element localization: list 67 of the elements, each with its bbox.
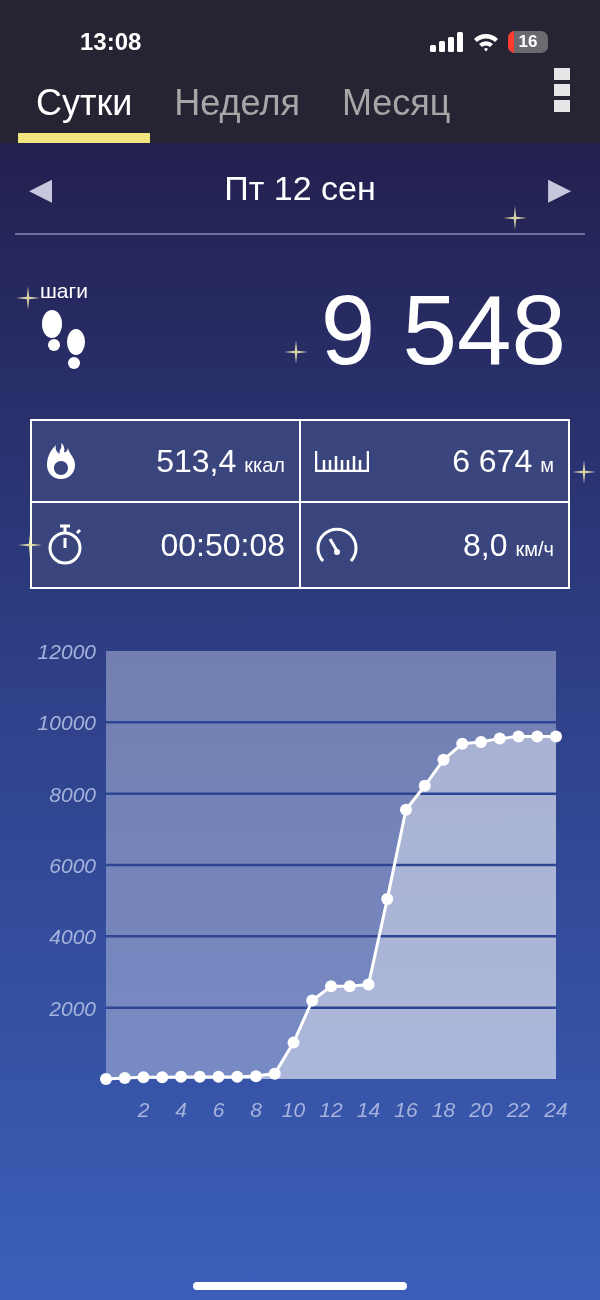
x-tick-label: 10 <box>281 1098 306 1121</box>
data-point <box>250 1070 262 1083</box>
stat-unit: км/ч <box>515 537 554 561</box>
x-tick-label: 12 <box>319 1098 343 1121</box>
stat-unit: ккал <box>244 453 285 477</box>
footprints-icon <box>40 309 88 371</box>
data-point <box>193 1070 206 1083</box>
steps-count: 9 548 <box>320 281 566 379</box>
data-point <box>156 1071 169 1084</box>
x-tick-label: 18 <box>431 1098 456 1121</box>
data-point <box>550 730 562 743</box>
y-tick-label: 10000 <box>37 711 96 735</box>
data-point <box>231 1070 244 1083</box>
data-point <box>325 980 337 993</box>
x-tick-label: 22 <box>506 1098 531 1121</box>
y-tick-label: 12000 <box>37 640 96 663</box>
data-point <box>381 892 394 905</box>
data-point <box>306 994 319 1007</box>
stat-unit: м <box>540 453 554 477</box>
data-point <box>287 1036 300 1049</box>
data-point <box>512 730 525 743</box>
x-tick-label: 16 <box>394 1098 418 1121</box>
flame-icon <box>46 442 76 480</box>
data-point <box>137 1071 150 1084</box>
data-point <box>493 732 506 745</box>
data-point <box>118 1071 131 1084</box>
x-tick-label: 8 <box>250 1098 262 1121</box>
data-point <box>400 803 412 816</box>
y-tick-label: 6000 <box>49 854 96 877</box>
stopwatch-icon <box>46 524 84 566</box>
ruler-icon <box>315 450 369 472</box>
x-tick-label: 14 <box>356 1098 381 1121</box>
data-point <box>418 779 431 792</box>
stat-value: 00:50:08 <box>160 526 285 564</box>
status-time: 13:08 <box>80 28 142 56</box>
signal-icon <box>430 32 464 52</box>
wifi-icon <box>473 32 499 52</box>
y-tick-label: 2000 <box>49 996 96 1020</box>
tab[interactable]: Неделя <box>156 76 318 143</box>
x-tick-label: 4 <box>175 1098 187 1121</box>
data-point <box>475 735 487 748</box>
menu-icon[interactable] <box>554 68 570 112</box>
data-point <box>437 753 450 766</box>
battery-icon: 16 <box>508 31 548 53</box>
x-tick-label: 6 <box>212 1098 225 1121</box>
next-day-button[interactable]: ▶ <box>533 170 585 206</box>
steps-label: шаги <box>40 279 88 303</box>
x-tick-label: 2 <box>137 1098 150 1121</box>
data-point <box>212 1070 225 1083</box>
data-point <box>343 980 356 993</box>
data-point <box>456 737 469 750</box>
date-label: Пт 12 сен <box>224 168 376 208</box>
stat-value: 513,4 <box>156 442 237 480</box>
x-tick-label: 20 <box>469 1098 493 1121</box>
data-point <box>268 1067 281 1080</box>
data-point <box>100 1073 112 1085</box>
speedometer-icon <box>315 527 359 563</box>
tab[interactable]: Месяц <box>323 76 469 143</box>
y-tick-label: 4000 <box>49 925 96 949</box>
data-point <box>531 730 544 743</box>
data-point <box>362 978 375 991</box>
stat-value: 8,0 <box>463 526 508 564</box>
stat-value: 6 674 <box>452 442 533 480</box>
data-point <box>175 1070 187 1083</box>
previous-day-button[interactable]: ◀ <box>15 170 67 206</box>
x-tick-label: 24 <box>544 1098 568 1121</box>
y-tick-label: 8000 <box>49 782 96 806</box>
